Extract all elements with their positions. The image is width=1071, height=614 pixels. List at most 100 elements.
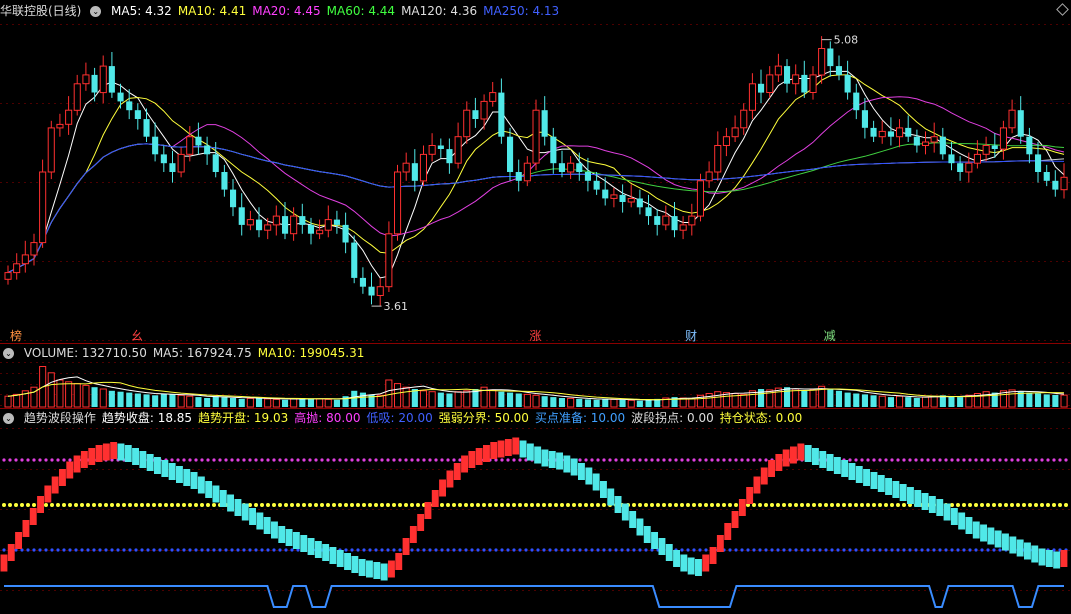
level-dot-80 bbox=[2, 458, 6, 462]
level-dot-50 bbox=[122, 503, 126, 507]
level-dot-20 bbox=[200, 548, 204, 552]
trend-block bbox=[197, 476, 205, 494]
candle-up bbox=[965, 162, 973, 173]
level-dot-50 bbox=[596, 503, 600, 507]
trend-block bbox=[892, 481, 900, 498]
level-dot-50 bbox=[74, 503, 78, 507]
candle-up bbox=[99, 65, 107, 94]
level-dot-20 bbox=[926, 548, 930, 552]
candle-up bbox=[809, 74, 817, 94]
trend-block bbox=[658, 538, 666, 555]
trend-block bbox=[475, 448, 483, 465]
level-dot-20 bbox=[872, 548, 876, 552]
level-dot-80 bbox=[188, 458, 192, 462]
level-dot-50 bbox=[338, 503, 342, 507]
trend-block bbox=[22, 520, 30, 537]
level-dot-50 bbox=[710, 503, 714, 507]
candle-down bbox=[359, 277, 366, 287]
candle-up bbox=[480, 100, 488, 120]
volume-bar bbox=[238, 398, 245, 407]
volume-bar bbox=[567, 397, 575, 408]
level-dot-50 bbox=[446, 503, 450, 507]
volume-bar bbox=[4, 395, 12, 408]
level-dot-50 bbox=[1064, 503, 1068, 507]
level-dot-80 bbox=[506, 458, 510, 462]
candle-down bbox=[619, 194, 626, 202]
trend-block bbox=[1038, 548, 1046, 566]
trend-block bbox=[219, 490, 227, 507]
level-dot-80 bbox=[710, 458, 714, 462]
level-dot-80 bbox=[62, 458, 66, 462]
level-dot-20 bbox=[434, 548, 438, 552]
level-dot-20 bbox=[614, 548, 618, 552]
level-dot-50 bbox=[278, 503, 282, 507]
trend-block bbox=[241, 503, 249, 521]
level-dot-20 bbox=[392, 548, 396, 552]
level-dot-20 bbox=[224, 548, 228, 552]
volume-bar bbox=[913, 398, 920, 407]
level-dot-50 bbox=[692, 503, 696, 507]
event-label: 涨 bbox=[529, 328, 541, 343]
candle-up bbox=[324, 219, 332, 231]
level-dot-50 bbox=[392, 503, 396, 507]
candle-up bbox=[428, 145, 436, 155]
trend-block bbox=[1053, 551, 1061, 569]
volume-bar bbox=[246, 397, 254, 408]
candle-down bbox=[654, 216, 661, 225]
level-dot-50 bbox=[1004, 503, 1008, 507]
level-dot-50 bbox=[974, 503, 978, 507]
level-dot-20 bbox=[230, 548, 234, 552]
volume-bar bbox=[878, 395, 886, 408]
level-dot-20 bbox=[572, 548, 576, 552]
trend-block bbox=[585, 467, 593, 485]
level-dot-20 bbox=[860, 548, 864, 552]
level-dot-20 bbox=[602, 548, 606, 552]
level-dot-80 bbox=[764, 458, 768, 462]
level-dot-50 bbox=[668, 503, 672, 507]
volume-bar bbox=[740, 393, 748, 408]
candle-up bbox=[740, 109, 748, 129]
trend-block bbox=[687, 557, 695, 575]
level-dot-80 bbox=[890, 458, 894, 462]
trend-block bbox=[73, 455, 81, 473]
trend-block bbox=[212, 485, 220, 503]
level-dot-20 bbox=[260, 548, 264, 552]
level-dot-50 bbox=[524, 503, 528, 507]
candle-down bbox=[446, 149, 453, 164]
candle-up bbox=[394, 171, 402, 235]
candle-up bbox=[982, 145, 990, 155]
trend-block bbox=[651, 532, 658, 549]
level-dot-80 bbox=[1022, 458, 1026, 462]
level-dot-50 bbox=[680, 503, 684, 507]
level-dot-20 bbox=[428, 548, 432, 552]
volume-bar bbox=[446, 393, 453, 407]
level-dot-80 bbox=[734, 458, 738, 462]
volume-bar bbox=[870, 395, 877, 407]
level-dot-50 bbox=[344, 503, 348, 507]
volume-bar bbox=[1052, 394, 1059, 407]
level-dot-50 bbox=[902, 503, 906, 507]
level-dot-20 bbox=[452, 548, 456, 552]
trend-block bbox=[227, 494, 234, 512]
volume-bar bbox=[844, 392, 851, 407]
trend-block bbox=[351, 556, 359, 573]
candle-up bbox=[999, 127, 1008, 150]
candle-down bbox=[230, 189, 237, 208]
level-dot-20 bbox=[44, 548, 48, 552]
candle-down bbox=[939, 136, 946, 155]
level-dot-50 bbox=[998, 503, 1002, 507]
candle-down bbox=[636, 198, 643, 208]
chart-window: 华联控股(日线) ⌄ MA5: 4.32 MA10: 4.41 MA20: 4.45… bbox=[0, 0, 1071, 614]
trend-block bbox=[278, 526, 286, 543]
level-dot-50 bbox=[1016, 503, 1020, 507]
trend-block bbox=[190, 472, 198, 489]
level-dot-80 bbox=[290, 458, 294, 462]
trend-block bbox=[300, 535, 308, 552]
level-dot-50 bbox=[698, 503, 702, 507]
level-dot-20 bbox=[146, 548, 150, 552]
volume-bar bbox=[853, 393, 860, 407]
level-dot-80 bbox=[992, 458, 996, 462]
level-dot-20 bbox=[560, 548, 564, 552]
level-dot-20 bbox=[212, 548, 216, 552]
trend-block bbox=[59, 469, 66, 486]
